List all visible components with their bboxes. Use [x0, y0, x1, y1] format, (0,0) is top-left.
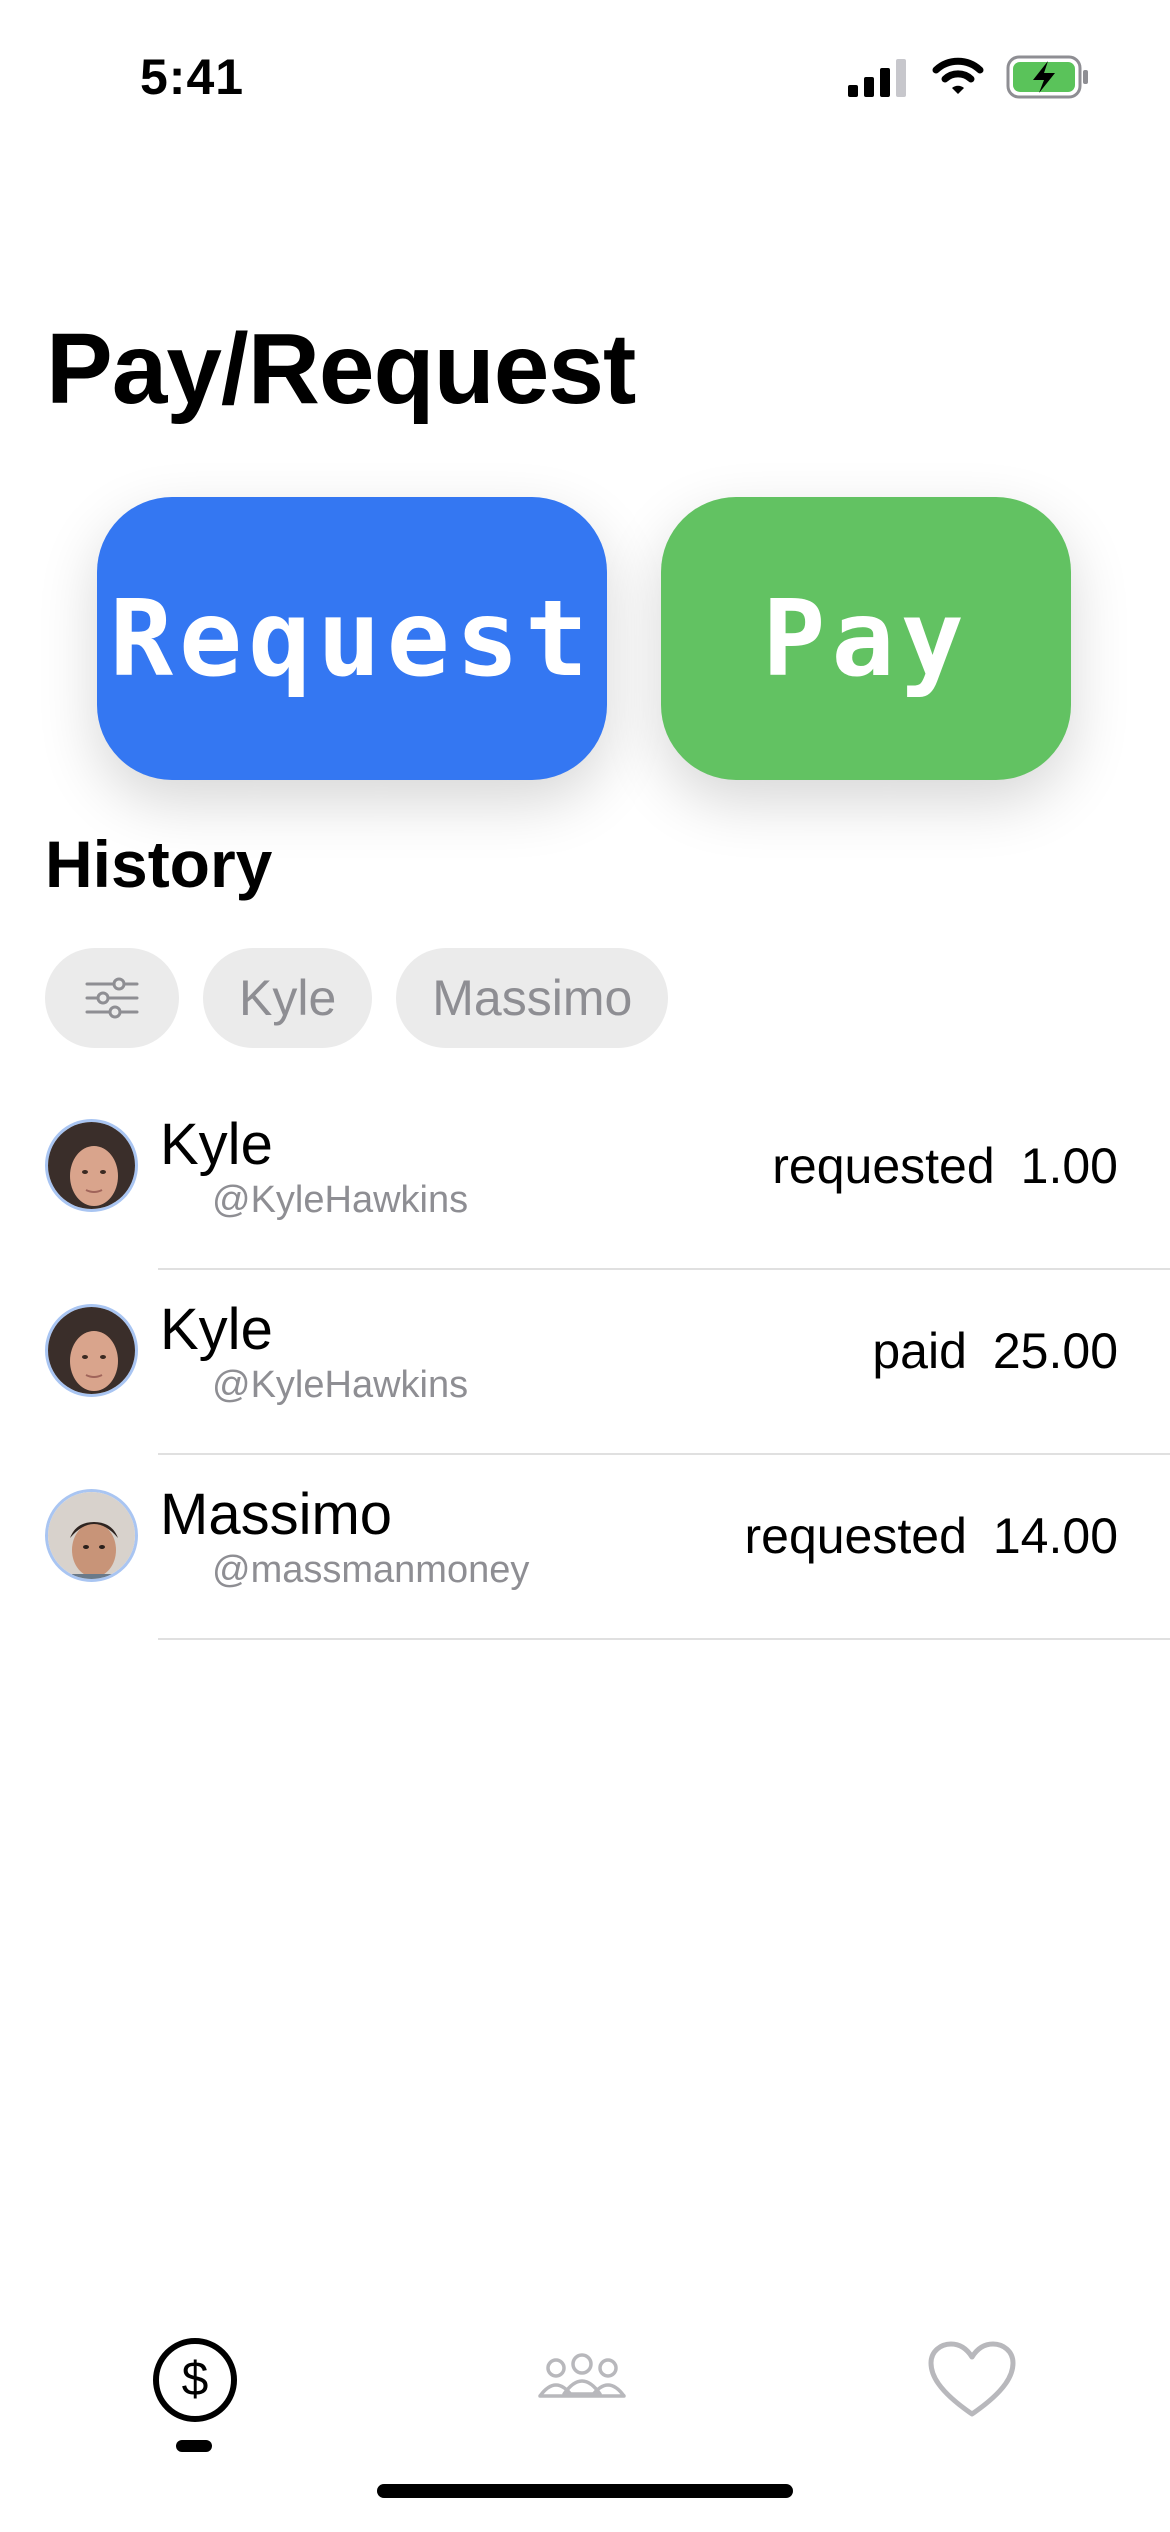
contact-handle: @KyleHawkins: [212, 1364, 469, 1406]
transaction-amount: 1.00: [1020, 1138, 1118, 1194]
pay-button[interactable]: Pay: [661, 497, 1071, 780]
transaction-action: paid: [872, 1323, 967, 1379]
wifi-icon: [932, 57, 984, 94]
history-row[interactable]: Kyle @KyleHawkins requested 1.00: [0, 1085, 1170, 1270]
history-row[interactable]: Massimo @massmanmoney requested 14.00: [0, 1455, 1170, 1640]
filter-settings-chip[interactable]: [45, 948, 179, 1048]
transaction-action: requested: [744, 1508, 967, 1564]
battery-charging-icon: [1006, 55, 1088, 99]
tab-pay-request[interactable]: $: [145, 2330, 245, 2430]
row-divider: [158, 1638, 1170, 1640]
status-icons: [848, 52, 1090, 102]
contact-handle: @massmanmoney: [212, 1549, 530, 1591]
people-icon: [538, 2353, 626, 2398]
page-title: Pay/Request: [46, 313, 636, 425]
heart-icon: [928, 2341, 1016, 2417]
contact-name: Kyle: [160, 1297, 273, 1362]
filter-chip-kyle[interactable]: Kyle: [203, 948, 373, 1048]
filter-chip-massimo[interactable]: Massimo: [396, 948, 669, 1048]
contact-name: Kyle: [160, 1112, 273, 1177]
pay-button-label: Pay: [762, 577, 970, 700]
transaction-amount: 14.00: [992, 1508, 1118, 1564]
contact-handle: @KyleHawkins: [212, 1179, 469, 1221]
transaction-summary: paid 25.00: [872, 1322, 1118, 1380]
status-time: 5:41: [140, 49, 245, 105]
tab-favorites[interactable]: [922, 2330, 1022, 2430]
sliders-icon: [85, 977, 139, 1019]
svg-text:$: $: [182, 2353, 209, 2406]
transaction-summary: requested 14.00: [744, 1507, 1118, 1565]
request-button[interactable]: Request: [97, 497, 607, 780]
history-row[interactable]: Kyle @KyleHawkins paid 25.00: [0, 1270, 1170, 1455]
selected-tab-indicator: [176, 2440, 212, 2452]
screen: 5:41 Pay/Request Request Pay History Kyl…: [0, 0, 1170, 2532]
transaction-action: requested: [772, 1138, 995, 1194]
history-title: History: [45, 827, 273, 901]
history-list: Kyle @KyleHawkins requested 1.00 Kyle @K…: [0, 1085, 1170, 1640]
avatar: [45, 1304, 138, 1397]
dollar-circle-icon: $: [153, 2338, 237, 2422]
filter-chips: Kyle Massimo: [45, 948, 669, 1048]
cellular-signal-icon: [848, 59, 906, 97]
avatar: [45, 1489, 138, 1582]
avatar: [45, 1119, 138, 1212]
status-bar: 5:41: [0, 0, 1170, 150]
tab-bar: $: [0, 2320, 1170, 2452]
transaction-amount: 25.00: [992, 1323, 1118, 1379]
home-indicator: [377, 2484, 793, 2498]
transaction-summary: requested 1.00: [772, 1137, 1118, 1195]
request-button-label: Request: [109, 577, 595, 700]
tab-friends[interactable]: [532, 2330, 632, 2430]
contact-name: Massimo: [160, 1482, 393, 1547]
